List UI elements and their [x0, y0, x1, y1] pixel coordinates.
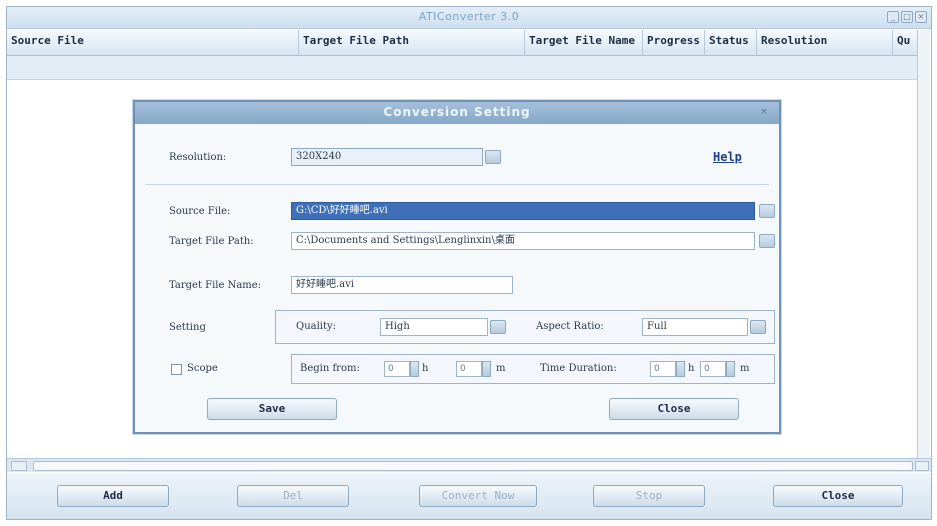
begin-from-label: Begin from:: [300, 363, 360, 374]
source-file-field[interactable]: G:\CD\好好睡吧.avi: [291, 202, 755, 220]
duration-minutes-input[interactable]: 0: [700, 361, 726, 377]
column-header-source-file[interactable]: Source File: [7, 30, 299, 56]
dialog-close-icon[interactable]: ×: [757, 106, 771, 119]
hours-unit-label: h: [422, 363, 429, 374]
scope-group: Begin from: 0 h 0 m Time Duration: 0 h 0…: [291, 354, 775, 384]
column-header-resolution[interactable]: Resolution: [757, 30, 893, 56]
target-path-browse-icon[interactable]: [759, 234, 775, 248]
duration-minutes-spinner-icon[interactable]: [726, 361, 735, 377]
help-link[interactable]: Help: [713, 150, 742, 164]
save-button[interactable]: Save: [207, 398, 337, 420]
dialog-close-button[interactable]: Close: [609, 398, 739, 420]
scope-label: Scope: [187, 363, 218, 374]
stop-button[interactable]: Stop: [593, 485, 705, 507]
setting-label: Setting: [169, 322, 206, 333]
duration-hours-input[interactable]: 0: [650, 361, 676, 377]
add-button[interactable]: Add: [57, 485, 169, 507]
begin-minutes-input[interactable]: 0: [456, 361, 482, 377]
column-header-target-name[interactable]: Target File Name: [525, 30, 643, 56]
scroll-right-arrow-icon[interactable]: [915, 461, 929, 471]
duration-hours-unit-label: h: [688, 363, 695, 374]
bottom-toolbar: Add Del Convert Now Stop Close: [7, 473, 931, 519]
duration-minutes-unit-label: m: [740, 363, 750, 374]
aspect-ratio-select[interactable]: Full: [642, 318, 748, 336]
column-header-target-path[interactable]: Target File Path: [299, 30, 525, 56]
maximize-button[interactable]: □: [901, 11, 913, 23]
scope-checkbox[interactable]: [171, 364, 182, 375]
quality-dropdown-icon[interactable]: [490, 320, 506, 334]
minimize-button[interactable]: _: [887, 11, 899, 23]
scroll-left-arrow-icon[interactable]: [11, 461, 27, 471]
aspect-ratio-dropdown-icon[interactable]: [750, 320, 766, 334]
convert-now-button[interactable]: Convert Now: [419, 485, 537, 507]
target-path-label: Target File Path:: [169, 236, 254, 247]
delete-button[interactable]: Del: [237, 485, 349, 507]
close-button[interactable]: Close: [773, 485, 903, 507]
minutes-unit-label: m: [496, 363, 506, 374]
conversion-setting-dialog: Conversion Setting × Resolution: 320X240…: [133, 100, 781, 434]
table-header: Source File Target File Path Target File…: [7, 30, 923, 56]
dialog-title: Conversion Setting: [383, 105, 531, 119]
begin-hours-spinner-icon[interactable]: [410, 361, 419, 377]
resolution-select[interactable]: 320X240: [291, 148, 483, 166]
column-header-progress[interactable]: Progress: [643, 30, 705, 56]
vertical-scrollbar[interactable]: [917, 30, 930, 458]
begin-hours-input[interactable]: 0: [384, 361, 410, 377]
table-header-strip: [7, 56, 923, 80]
horizontal-scrollbar[interactable]: [7, 458, 931, 472]
dialog-title-bar[interactable]: Conversion Setting ×: [135, 102, 779, 124]
scroll-thumb[interactable]: [33, 461, 913, 471]
window-title: ATIConverter 3.0: [418, 10, 520, 23]
target-name-field[interactable]: 好好睡吧.avi: [291, 276, 513, 294]
target-name-label: Target File Name:: [169, 280, 262, 291]
source-file-label: Source File:: [169, 206, 231, 217]
resolution-dropdown-icon[interactable]: [485, 150, 501, 164]
begin-minutes-spinner-icon[interactable]: [482, 361, 491, 377]
column-header-status[interactable]: Status: [705, 30, 757, 56]
resolution-label: Resolution:: [169, 152, 227, 163]
title-bar: ATIConverter 3.0 _ □ ×: [7, 7, 931, 29]
quality-select[interactable]: High: [380, 318, 488, 336]
duration-hours-spinner-icon[interactable]: [676, 361, 685, 377]
divider: [145, 184, 769, 185]
target-path-field[interactable]: C:\Documents and Settings\Lenglinxin\桌面: [291, 232, 755, 250]
source-file-browse-icon[interactable]: [759, 204, 775, 218]
setting-group: Quality: High Aspect Ratio: Full: [275, 310, 775, 344]
aspect-ratio-label: Aspect Ratio:: [536, 321, 604, 332]
time-duration-label: Time Duration:: [540, 363, 617, 374]
window-close-button[interactable]: ×: [915, 11, 927, 23]
quality-label: Quality:: [296, 321, 337, 332]
